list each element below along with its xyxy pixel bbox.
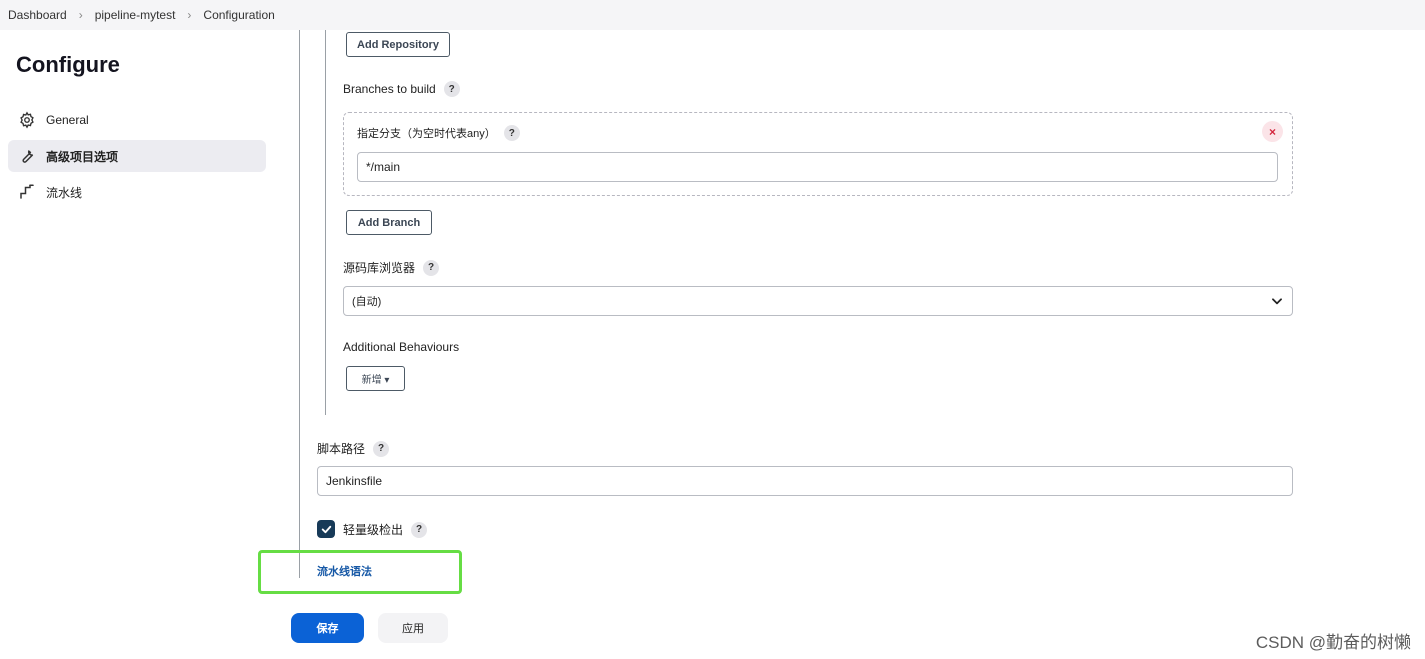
gear-icon [20,111,34,129]
help-icon[interactable]: ? [443,81,460,97]
branch-specifier-label-text: 指定分支（为空时代表any） [357,128,496,140]
lightweight-checkout-label-text: 轻量级检出 [343,523,404,537]
pipeline-syntax-link[interactable]: 流水线语法 [317,563,372,579]
script-path-input[interactable]: Jenkinsfile [317,466,1293,496]
page-title: Configure [16,52,120,77]
watermark: CSDN @勤奋的树懒 [1255,633,1411,652]
sidebar-item-label: 高级项目选项 [46,149,119,164]
branch-specifier-label: 指定分支（为空时代表any） ? [357,125,520,141]
breadcrumb: Dashboard › pipeline-mytest › Configurat… [0,0,1425,30]
repo-browser-label-text: 源码库浏览器 [343,261,416,275]
sidebar-item-pipeline[interactable]: 流水线 [8,176,266,208]
breadcrumb-configuration[interactable]: Configuration [203,8,274,22]
chevron-down-icon [1272,298,1282,305]
branches-to-build-label: Branches to build ? [343,81,460,97]
sidebar-item-label: 流水线 [46,185,83,200]
check-icon [321,525,331,533]
sidebar-item-advanced[interactable]: 高级项目选项 [8,140,266,172]
additional-behaviours-label: Additional Behaviours [343,340,460,354]
lightweight-checkout-label: 轻量级检出 ? [343,521,428,538]
sidebar-item-label: General [46,113,89,127]
help-icon[interactable]: ? [503,125,520,141]
help-icon[interactable]: ? [423,259,440,276]
sidebar-item-general[interactable]: General [8,104,266,136]
lightweight-checkout-checkbox[interactable] [317,520,335,538]
branches-label-text: Branches to build [343,82,436,96]
breadcrumb-dashboard[interactable]: Dashboard [8,8,67,22]
add-behaviour-dropdown[interactable]: 新增 ▾ [346,366,405,391]
save-button[interactable]: 保存 [291,613,364,643]
section-divider [299,30,300,578]
script-path-label-text: 脚本路径 [317,442,366,456]
breadcrumb-job[interactable]: pipeline-mytest [95,8,176,22]
apply-button[interactable]: 应用 [378,613,448,643]
help-icon[interactable]: ? [411,521,428,538]
chevron-right-icon: › [187,8,192,22]
add-repository-button[interactable]: Add Repository [346,32,450,57]
repo-browser-label: 源码库浏览器 ? [343,259,440,276]
remove-branch-icon[interactable]: × [1262,121,1283,142]
add-branch-button[interactable]: Add Branch [346,210,432,235]
branch-specifier-input[interactable]: */main [357,152,1278,182]
chevron-right-icon: › [78,8,83,22]
repo-browser-select[interactable]: (自动) [343,286,1293,316]
subsection-divider [325,30,326,415]
repo-browser-selected-value: (自动) [352,296,382,308]
help-icon[interactable]: ? [373,440,390,457]
pipeline-icon [20,184,34,199]
wrench-icon [22,150,34,163]
script-path-label: 脚本路径 ? [317,440,390,457]
